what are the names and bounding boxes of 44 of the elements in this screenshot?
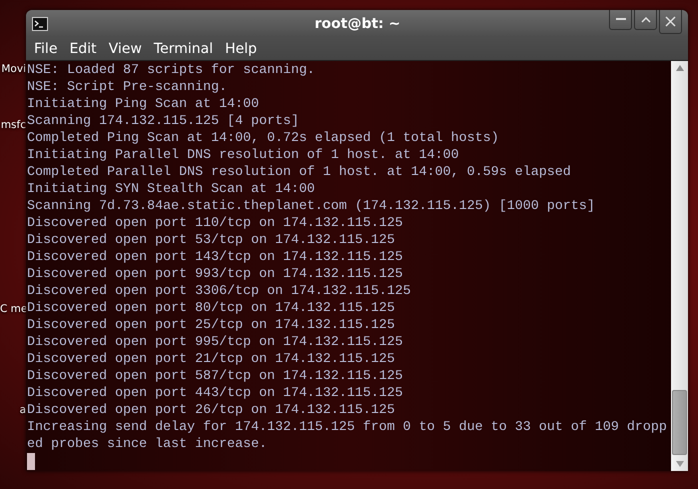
desktop-icon-label[interactable]: msfc xyxy=(0,119,26,131)
terminal-line: Discovered open port 25/tcp on 174.132.115.125 xyxy=(27,317,396,334)
scrollbar[interactable] xyxy=(671,61,688,471)
close-icon xyxy=(665,16,676,27)
text-cursor xyxy=(27,453,35,470)
terminal-line: Scanning 174.132.115.125 [4 ports] xyxy=(27,113,300,130)
terminal-icon xyxy=(32,16,48,30)
desktop-icon-label[interactable]: Movi xyxy=(0,63,26,75)
minimize-icon xyxy=(616,18,626,21)
terminal-line: Initiating SYN Stealth Scan at 14:00 xyxy=(27,181,316,198)
terminal-line: ed probes since last increase. xyxy=(27,436,268,453)
terminal-line: Initiating Ping Scan at 14:00 xyxy=(27,96,260,113)
terminal-line: Completed Parallel DNS resolution of 1 host. at 14:00, 0.59s elapsed xyxy=(27,164,572,181)
scroll-up-icon[interactable] xyxy=(676,65,684,71)
menu-item[interactable]: View xyxy=(102,38,148,58)
terminal-line: Discovered open port 143/tcp on 174.132.115.125 xyxy=(27,249,404,266)
terminal-line: Discovered open port 80/tcp on 174.132.115.125 xyxy=(27,300,396,317)
terminal-line: Initiating Parallel DNS resolution of 1 host. at 14:00 xyxy=(27,147,460,164)
minimize-button[interactable] xyxy=(609,10,632,30)
scrollbar-thumb[interactable] xyxy=(672,390,687,455)
terminal-line: Discovered open port 21/tcp on 174.132.115.125 xyxy=(27,351,396,368)
menu-item[interactable]: File xyxy=(28,38,64,58)
terminal-line: Discovered open port 3306/tcp on 174.132.115.125 xyxy=(27,283,412,300)
menu-item[interactable]: Edit xyxy=(63,38,103,58)
terminal-line: NSE: Loaded 87 scripts for scanning. xyxy=(27,62,316,79)
menu-item[interactable]: Terminal xyxy=(148,38,219,58)
terminal-line: Discovered open port 993/tcp on 174.132.115.125 xyxy=(27,266,404,283)
window-title: root@bt: ~ xyxy=(314,16,402,32)
menu-item[interactable]: Help xyxy=(218,38,263,58)
terminal-line: Discovered open port 26/tcp on 174.132.115.125 xyxy=(27,402,396,419)
terminal-line: Discovered open port 587/tcp on 174.132.115.125 xyxy=(27,368,404,385)
caret-up-icon xyxy=(640,16,650,22)
maximize-button[interactable] xyxy=(634,10,657,30)
terminal-line: Discovered open port 53/tcp on 174.132.115.125 xyxy=(27,232,396,249)
terminal-line: Completed Ping Scan at 14:00, 0.72s elapsed (1 total hosts) xyxy=(27,130,500,147)
terminal-line: Discovered open port 995/tcp on 174.132.115.125 xyxy=(27,334,404,351)
terminal-line: Increasing send delay for 174.132.115.125 from 0 to 5 due to 33 out of 109 dropp xyxy=(27,419,668,436)
close-button[interactable] xyxy=(659,10,682,34)
terminal-line: Discovered open port 110/tcp on 174.132.115.125 xyxy=(27,215,404,232)
terminal-line: Scanning 7d.73.84ae.static.theplanet.com (174.132.115.125) [1000 ports] xyxy=(27,198,596,215)
terminal-line: NSE: Script Pre-scanning. xyxy=(27,79,228,96)
desktop-icon-label[interactable]: a xyxy=(0,404,26,416)
scroll-down-icon[interactable] xyxy=(676,461,684,467)
terminal-line: Discovered open port 443/tcp on 174.132.115.125 xyxy=(27,385,404,402)
